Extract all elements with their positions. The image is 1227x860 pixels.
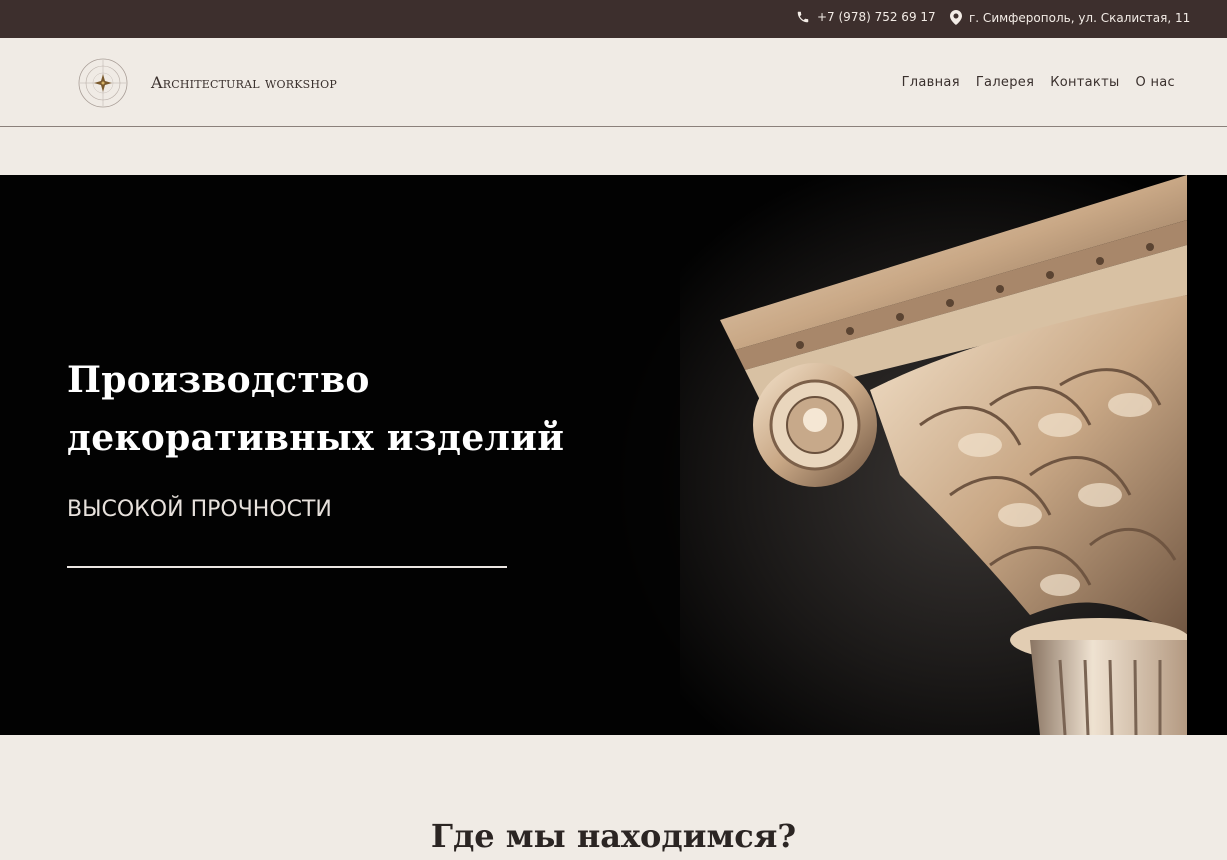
nav-item-contacts[interactable]: Контакты bbox=[1050, 75, 1119, 90]
hero-divider bbox=[67, 566, 507, 568]
hero-title: Производство декоративных изделий bbox=[67, 359, 565, 459]
hero-edge bbox=[1187, 175, 1227, 735]
nav-item-about[interactable]: О нас bbox=[1136, 75, 1175, 90]
nav-item-gallery[interactable]: Галерея bbox=[976, 75, 1034, 90]
map-marker-icon bbox=[950, 10, 962, 25]
address-text: г. Симферополь, ул. Скалистая, 11 bbox=[969, 10, 1191, 25]
phone-text: +7 (978) 752 69 17 bbox=[817, 10, 936, 24]
main-nav: Главная Галерея Контакты О нас bbox=[902, 75, 1175, 90]
top-contact-bar: +7 (978) 752 69 17 г. Симферополь, ул. С… bbox=[0, 0, 1227, 38]
nav-item-home[interactable]: Главная bbox=[902, 75, 960, 90]
hero-banner: Производство декоративных изделий ВЫСОКО… bbox=[0, 175, 1227, 735]
phone-icon bbox=[797, 11, 809, 23]
site-header: Architectural workshop Главная Галерея К… bbox=[0, 38, 1227, 127]
hero-subtitle: ВЫСОКОЙ ПРОЧНОСТИ bbox=[67, 497, 332, 522]
location-section-title: Где мы находимся? bbox=[430, 817, 797, 855]
corinthian-capital-image bbox=[560, 175, 1187, 735]
brand-name[interactable]: Architectural workshop bbox=[151, 73, 337, 92]
phone-contact[interactable]: +7 (978) 752 69 17 bbox=[796, 10, 936, 24]
compass-star-logo[interactable] bbox=[76, 57, 130, 109]
address-contact[interactable]: г. Симферополь, ул. Скалистая, 11 bbox=[950, 10, 1190, 25]
